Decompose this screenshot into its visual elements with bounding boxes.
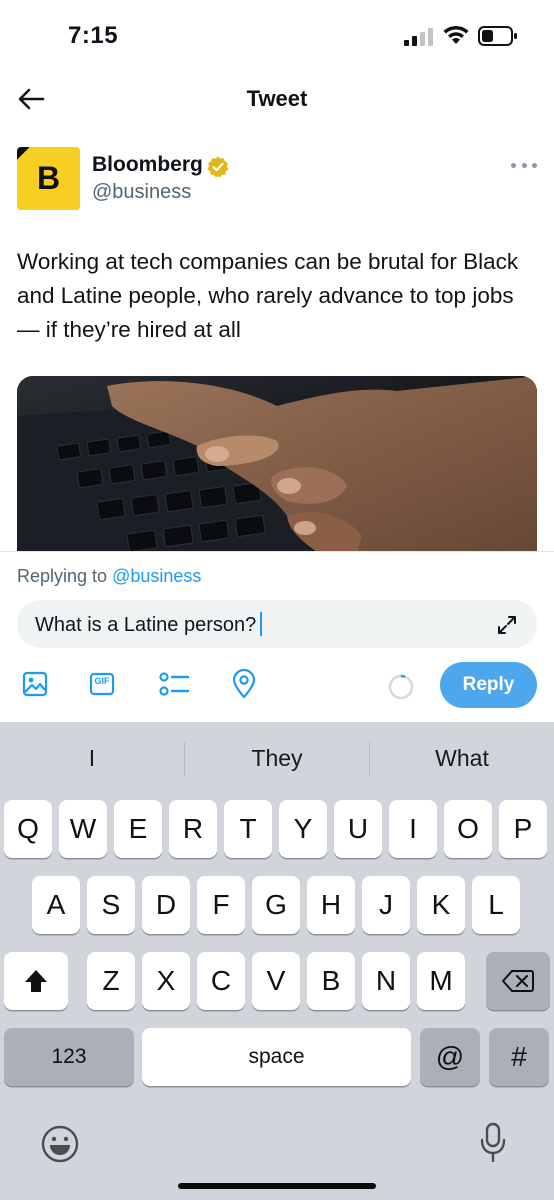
key-letter[interactable]: C <box>197 952 245 1010</box>
text-caret <box>260 612 263 636</box>
key-letter[interactable]: G <box>252 876 300 934</box>
key-letter[interactable]: V <box>252 952 300 1010</box>
hash-key[interactable]: # <box>489 1028 549 1086</box>
backspace-icon <box>502 970 534 992</box>
add-location-button[interactable] <box>228 668 260 700</box>
image-icon <box>22 671 48 697</box>
key-letter[interactable]: Q <box>4 800 52 858</box>
key-letter[interactable]: X <box>142 952 190 1010</box>
location-icon <box>232 669 256 699</box>
key-letter[interactable]: U <box>334 800 382 858</box>
key-letter[interactable]: M <box>417 952 465 1010</box>
numbers-key[interactable]: 123 <box>4 1028 134 1086</box>
suggestion-item[interactable]: They <box>185 722 369 794</box>
keyboard-hands-photo <box>17 376 537 552</box>
author-handle[interactable]: @business <box>92 181 191 204</box>
space-key[interactable]: space <box>142 1028 411 1086</box>
key-letter[interactable]: T <box>224 800 272 858</box>
wifi-icon <box>443 25 469 44</box>
add-poll-button[interactable] <box>158 668 190 700</box>
add-gif-button[interactable]: GIF <box>86 668 118 700</box>
predictive-suggestions: I They What <box>0 722 554 794</box>
emoji-icon[interactable] <box>40 1124 80 1164</box>
reply-input[interactable]: What is a Latine person? <box>17 600 537 648</box>
character-count-ring-icon <box>388 674 414 700</box>
more-options-button[interactable] <box>511 155 537 175</box>
key-letter[interactable]: O <box>444 800 492 858</box>
key-letter[interactable]: P <box>499 800 547 858</box>
verified-badge-icon <box>207 156 229 178</box>
home-indicator[interactable] <box>178 1183 376 1189</box>
cellular-signal-icon <box>404 28 433 46</box>
delete-key[interactable] <box>486 952 550 1010</box>
key-letter[interactable]: I <box>389 800 437 858</box>
battery-icon <box>478 26 517 46</box>
key-letter[interactable]: K <box>417 876 465 934</box>
author-avatar[interactable]: B <box>17 147 80 210</box>
more-dot-icon <box>511 162 516 168</box>
poll-icon <box>159 672 190 696</box>
more-dot-icon <box>532 162 537 168</box>
microphone-icon[interactable] <box>480 1122 506 1164</box>
author-name[interactable]: Bloomberg <box>92 153 203 177</box>
key-letter[interactable]: B <box>307 952 355 1010</box>
more-dot-icon <box>521 162 527 168</box>
replying-handle-link[interactable]: @business <box>112 566 201 586</box>
key-letter[interactable]: S <box>87 876 135 934</box>
key-letter[interactable]: R <box>169 800 217 858</box>
add-image-button[interactable] <box>19 668 51 700</box>
key-letter[interactable]: D <box>142 876 190 934</box>
key-letter[interactable]: Y <box>279 800 327 858</box>
tweet-text: Working at tech companies can be brutal … <box>17 249 519 342</box>
expand-icon[interactable] <box>495 613 519 637</box>
key-letter[interactable]: L <box>472 876 520 934</box>
status-time: 7:15 <box>68 22 119 49</box>
key-letter[interactable]: J <box>362 876 410 934</box>
key-letter[interactable]: E <box>114 800 162 858</box>
shift-key[interactable] <box>4 952 68 1010</box>
nav-header: Tweet <box>0 72 554 128</box>
replying-to-label: Replying to @business <box>17 566 201 587</box>
avatar-letter: B <box>36 160 61 196</box>
key-letter[interactable]: A <box>32 876 80 934</box>
key-letter[interactable]: Z <box>87 952 135 1010</box>
key-letter[interactable]: W <box>59 800 107 858</box>
reply-input-value: What is a Latine person? <box>35 614 257 636</box>
divider <box>0 551 554 552</box>
key-letter[interactable]: N <box>362 952 410 1010</box>
reply-input-text[interactable]: What is a Latine person? <box>35 612 263 637</box>
key-letter[interactable]: H <box>307 876 355 934</box>
page-title: Tweet <box>246 86 308 111</box>
gif-label: GIF <box>94 676 110 686</box>
shift-icon <box>25 970 47 992</box>
replying-prefix: Replying to <box>17 566 108 586</box>
key-letter[interactable]: F <box>197 876 245 934</box>
suggestion-item[interactable]: What <box>370 722 554 794</box>
status-bar: 7:15 <box>0 0 554 72</box>
at-key[interactable]: @ <box>420 1028 480 1086</box>
suggestion-item[interactable]: I <box>0 722 184 794</box>
tweet-media-image[interactable] <box>17 376 537 552</box>
reply-button[interactable]: Reply <box>440 662 537 708</box>
on-screen-keyboard: I They What Q W E R T Y U I O P A S D F … <box>0 722 554 1200</box>
